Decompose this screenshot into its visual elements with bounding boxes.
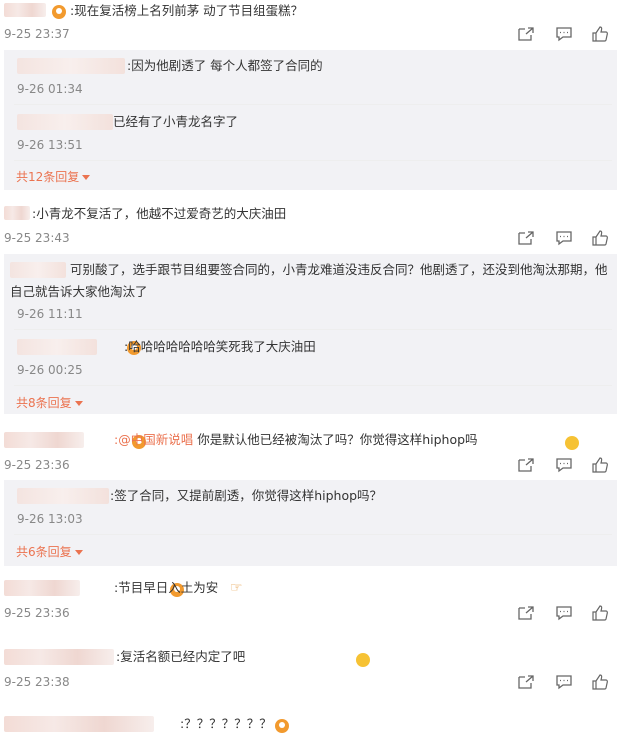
comment-time: 9-25 23:43: [4, 231, 70, 245]
chevron-down-icon: [74, 550, 83, 555]
blurred-username: [4, 716, 154, 732]
divider: [14, 385, 612, 386]
like-icon[interactable]: [591, 230, 609, 246]
comment-icon[interactable]: [555, 674, 573, 690]
chevron-down-icon: [82, 175, 91, 180]
vip-badge-icon: [274, 719, 289, 733]
blurred-username: [17, 339, 97, 355]
vip-badge-icon: [52, 5, 66, 19]
blurred-username: [17, 58, 125, 74]
reply-text: :因为他剧透了 每个人都签了合同的: [127, 58, 323, 73]
chevron-down-icon: [74, 401, 83, 406]
reply-time: 9-26 00:25: [17, 363, 83, 377]
comment-icon[interactable]: [555, 230, 573, 246]
reply-time: 9-26 13:51: [17, 138, 83, 152]
reply-text: :哈哈哈哈哈哈哈笑死我了大庆油田: [124, 339, 316, 354]
comment-text: :现在复活榜上名列前茅 动了节目组蛋糕？: [70, 3, 304, 18]
share-icon[interactable]: [517, 457, 535, 473]
share-icon[interactable]: [517, 605, 535, 621]
pray-emoji-icon: ☞: [230, 580, 243, 596]
comment-text: :小青龙不复活了，他越不过爱奇艺的大庆油田: [32, 206, 287, 221]
more-replies-link[interactable]: 共6条回复: [16, 543, 83, 560]
comment-time: 9-25 23:38: [4, 675, 70, 689]
reply-time: 9-26 13:03: [17, 512, 83, 526]
like-icon[interactable]: [591, 26, 609, 42]
reply-time: 9-26 01:34: [17, 82, 83, 96]
comment-icon[interactable]: [555, 26, 573, 42]
blurred-username: [17, 488, 109, 504]
share-icon[interactable]: [517, 230, 535, 246]
blurred-username: [4, 206, 30, 220]
comment-time: 9-25 23:36: [4, 606, 70, 620]
comment-icon[interactable]: [555, 605, 573, 621]
comment-text: :@中国新说唱 你是默认他已经被淘汰了吗？你觉得这样hiphop吗: [114, 432, 478, 447]
reply-text: :签了合同，又提前剧透，你觉得这样hiphop吗？: [110, 488, 383, 503]
blurred-username: [4, 3, 46, 17]
divider: [14, 534, 612, 535]
comment-time: 9-25 23:37: [4, 27, 70, 41]
reply-text: 已经有了小青龙名字了: [113, 114, 239, 129]
blurred-username: [17, 114, 113, 130]
smile-emoji-icon: [356, 652, 371, 667]
like-icon[interactable]: [591, 605, 609, 621]
divider: [14, 160, 612, 161]
mention-link[interactable]: :@中国新说唱: [114, 432, 193, 447]
reply-time: 9-26 11:11: [17, 307, 83, 321]
blurred-username: [4, 432, 84, 448]
comment-time: 9-25 23:36: [4, 458, 70, 472]
like-icon[interactable]: [591, 457, 609, 473]
comment-text: :节目早日入土为安: [114, 580, 219, 595]
more-replies-link[interactable]: 共8条回复: [16, 394, 83, 411]
comment-text: :？？？？？？？: [180, 716, 272, 731]
comment-icon[interactable]: [555, 457, 573, 473]
divider: [14, 329, 612, 330]
more-replies-link[interactable]: 共12条回复: [16, 168, 91, 185]
like-icon[interactable]: [591, 674, 609, 690]
reply-text: 可别酸了，选手跟节目组要签合同的，小青龙难道没违反合同？他剧透了，还没到他淘汰那…: [10, 262, 608, 299]
divider: [14, 104, 612, 105]
share-icon[interactable]: [517, 674, 535, 690]
blurred-username: [4, 649, 114, 665]
comment-text: :复活名额已经内定了吧: [116, 649, 246, 664]
share-icon[interactable]: [517, 26, 535, 42]
emoji-icon: [565, 435, 580, 450]
blurred-username: [4, 580, 80, 596]
